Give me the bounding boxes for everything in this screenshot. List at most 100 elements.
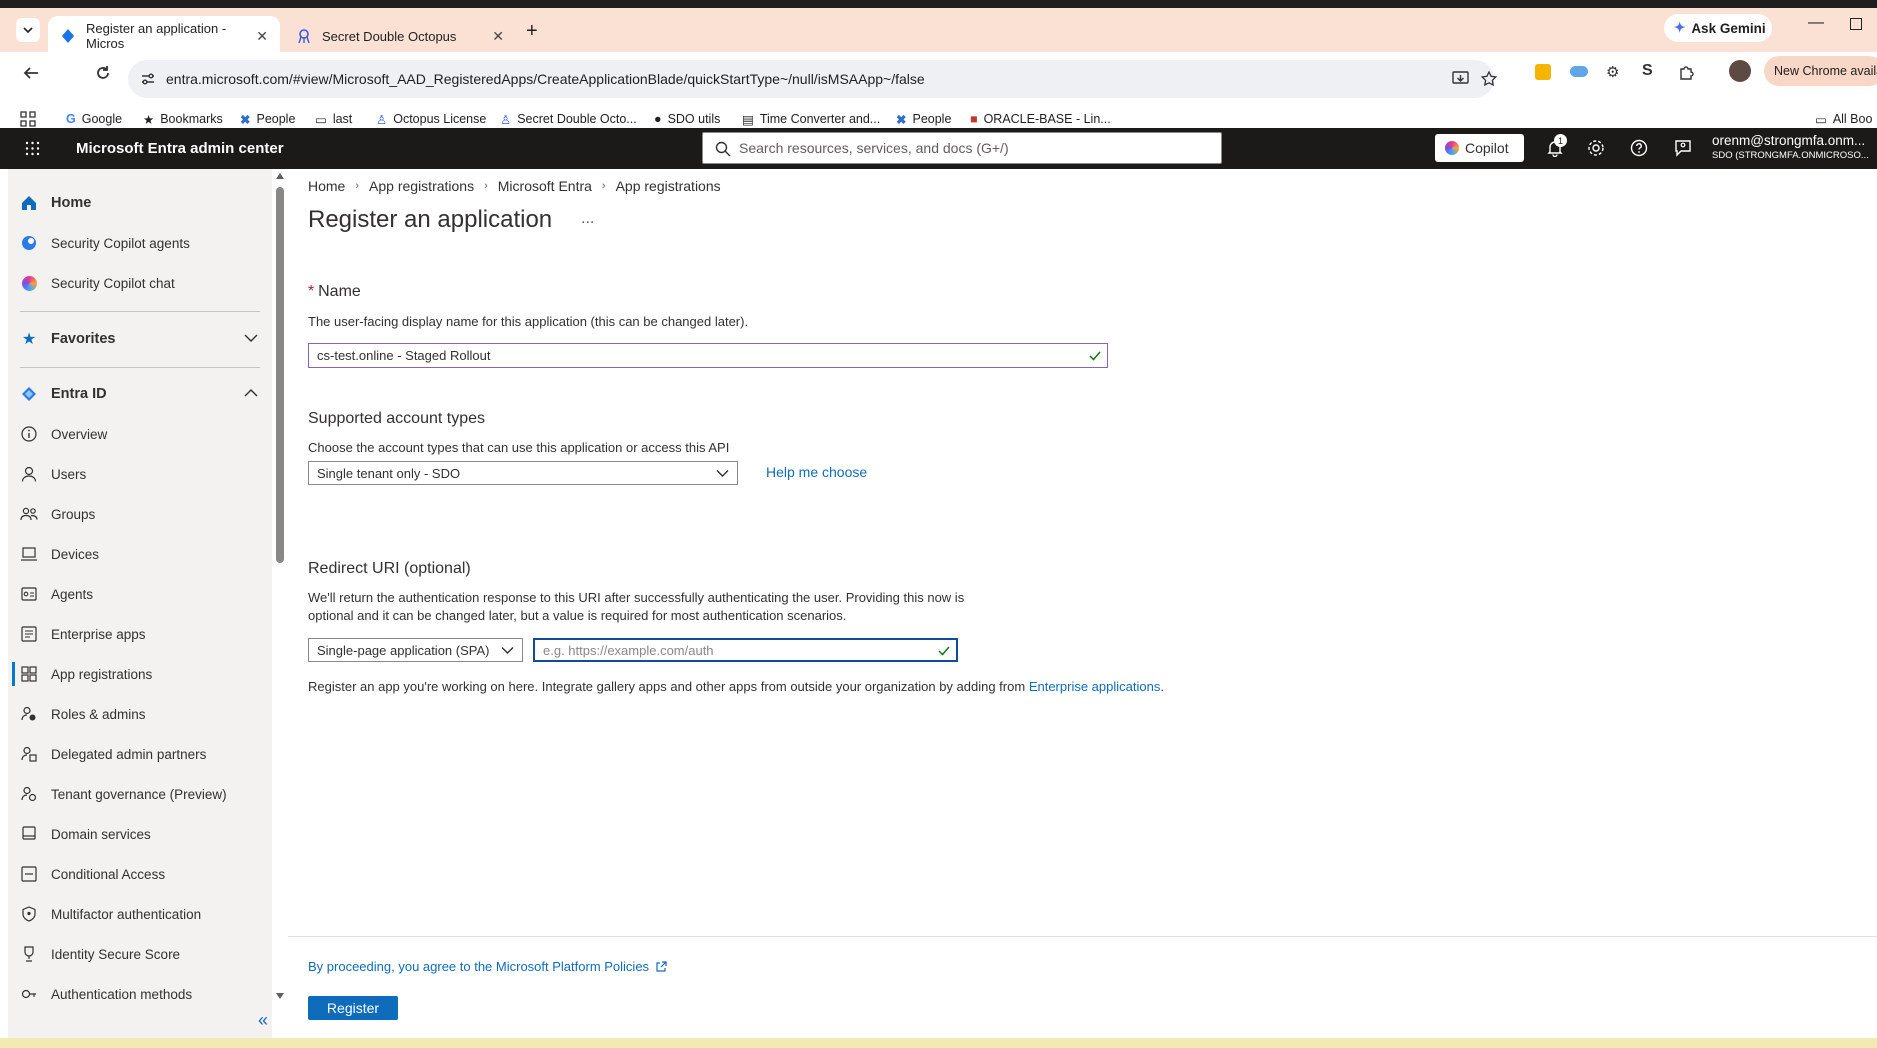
sidebar-item-overview[interactable]: Overview [8, 414, 272, 454]
browser-tab-strip: Register an application - Micros ✕ Secre… [0, 8, 1877, 56]
sidebar-item-conditional-access[interactable]: Conditional Access [8, 854, 272, 894]
tab-secret-double-octopus[interactable]: Secret Double Octopus ✕ [284, 16, 516, 56]
bookmark-label: Secret Double Octo... [517, 112, 637, 126]
sidebar-item-home[interactable]: Home [8, 183, 272, 223]
sidebar-item-authentication-methods[interactable]: Authentication methods [8, 974, 272, 1014]
people-icon: ✖ [240, 112, 251, 127]
feedback-icon[interactable] [1674, 139, 1692, 157]
collapse-sidebar-icon[interactable]: « [258, 1010, 268, 1031]
settings-gear-icon[interactable] [1587, 139, 1605, 157]
chevron-up-icon[interactable] [244, 388, 258, 398]
sidebar-item-enterprise-apps[interactable]: Enterprise apps [8, 614, 272, 654]
back-arrow-icon[interactable] [22, 64, 40, 82]
copilot-icon [1445, 141, 1459, 155]
external-link-icon [656, 960, 667, 972]
sidebar-item-roles-admins[interactable]: Roles & admins [8, 694, 272, 734]
address-bar[interactable]: entra.microsoft.com/#view/Microsoft_AAD_… [128, 60, 1498, 98]
reload-icon[interactable] [94, 64, 112, 82]
extensions-puzzle-icon[interactable] [1678, 63, 1696, 81]
sidebar-scrollbar[interactable] [272, 169, 288, 1009]
install-app-icon[interactable] [1452, 71, 1469, 87]
sidebar-item-agents[interactable]: Agents [8, 574, 272, 614]
account-menu[interactable]: orenm@strongmfa.onm... SDO (STRONGMFA.ON… [1712, 133, 1877, 161]
breadcrumb-microsoft-entra[interactable]: Microsoft Entra [498, 178, 592, 194]
more-options-icon[interactable]: ... [581, 210, 594, 228]
sidebar-item-label: Security Copilot chat [51, 275, 175, 291]
onedrive-extension-icon[interactable] [1570, 66, 1588, 77]
breadcrumb-app-registrations[interactable]: App registrations [369, 178, 474, 194]
tab-register-application[interactable]: Register an application - Micros ✕ [48, 16, 280, 56]
groups-icon [20, 505, 38, 523]
sidebar-item-label: Favorites [51, 331, 116, 347]
redirect-uri-placeholder: e.g. https://example.com/auth [543, 642, 714, 658]
sidebar-section-favorites[interactable]: ★ Favorites [8, 319, 272, 359]
name-input[interactable]: cs-test.online - Staged Rollout [308, 343, 1108, 368]
apps-grid-icon[interactable] [20, 111, 36, 127]
new-chrome-available-button[interactable]: New Chrome availa [1764, 56, 1877, 86]
sidebar-item-identity-secure-score[interactable]: Identity Secure Score [8, 934, 272, 974]
breadcrumb-app-registrations-2[interactable]: App registrations [616, 178, 721, 194]
sidebar-item-devices[interactable]: Devices [8, 534, 272, 574]
scroll-up-arrow-icon[interactable] [276, 173, 284, 179]
help-icon[interactable] [1630, 139, 1648, 157]
sidebar-item-security-copilot-chat[interactable]: Security Copilot chat [8, 263, 272, 303]
chevron-down-icon [501, 647, 514, 654]
new-tab-icon[interactable]: + [526, 20, 538, 43]
restore-icon[interactable] [1850, 18, 1862, 30]
redirect-uri-input[interactable]: e.g. https://example.com/auth [533, 638, 958, 662]
platform-policies-link[interactable]: By proceeding, you agree to the Microsof… [308, 959, 667, 974]
sidebar-item-app-registrations[interactable]: App registrations [8, 654, 272, 694]
tenant-governance-icon [20, 785, 38, 803]
scroll-down-arrow-icon[interactable] [276, 993, 284, 999]
platform-select[interactable]: Single-page application (SPA) [308, 638, 523, 662]
page-title: Register an application [308, 206, 553, 233]
bookmark-label: Octopus License [393, 112, 487, 126]
sidebar-item-label: Home [51, 195, 92, 211]
app-title[interactable]: Microsoft Entra admin center [76, 140, 284, 157]
sidebar-item-groups[interactable]: Groups [8, 494, 272, 534]
bookmark-label: Time Converter and... [759, 112, 881, 126]
breadcrumb-home[interactable]: Home [308, 178, 345, 194]
enterprise-apps-icon [20, 625, 38, 643]
name-description: The user-facing display name for this ap… [308, 314, 749, 329]
sidebar-item-domain-services[interactable]: Domain services [8, 814, 272, 854]
sync-extension-icon[interactable]: S [1642, 62, 1653, 80]
selected-indicator [12, 662, 15, 686]
ask-gemini-button[interactable]: ✦ Ask Gemini [1664, 14, 1772, 42]
sidebar-item-security-copilot-agents[interactable]: Security Copilot agents [8, 223, 272, 263]
global-search-input[interactable]: Search resources, services, and docs (G+… [702, 132, 1222, 164]
sidebar-section-entra-id[interactable]: Entra ID [8, 374, 272, 414]
bookmark-star-icon[interactable] [1480, 70, 1498, 88]
star-icon: ★ [143, 112, 155, 127]
minimize-icon[interactable]: — [1808, 14, 1824, 32]
url-text: entra.microsoft.com/#view/Microsoft_AAD_… [166, 71, 925, 87]
sidebar-item-tenant-governance[interactable]: Tenant governance (Preview) [8, 774, 272, 814]
copilot-label: Copilot [1465, 140, 1509, 156]
help-me-choose-link[interactable]: Help me choose [766, 464, 867, 480]
close-tab-icon[interactable]: ✕ [256, 28, 268, 45]
sidebar-item-label: Agents [51, 586, 94, 602]
chevron-down-icon[interactable] [244, 333, 258, 343]
copilot-button[interactable]: Copilot [1435, 134, 1524, 162]
waffle-menu-icon[interactable] [25, 141, 40, 156]
sidebar-item-label: Identity Secure Score [51, 946, 181, 962]
octopus-favicon-icon [298, 29, 310, 44]
profile-avatar[interactable] [1729, 60, 1751, 82]
scrollbar-thumb[interactable] [276, 187, 284, 563]
sidebar-item-multifactor-authentication[interactable]: Multifactor authentication [8, 894, 272, 934]
enterprise-applications-link[interactable]: Enterprise applications [1029, 679, 1161, 694]
sidebar-item-delegated-admin-partners[interactable]: Delegated admin partners [8, 734, 272, 774]
extension-icon[interactable]: ⚙ [1606, 63, 1619, 81]
sidebar-item-users[interactable]: Users [8, 454, 272, 494]
register-note: Register an app you're working on here. … [308, 679, 1164, 694]
name-input-value: cs-test.online - Staged Rollout [317, 348, 491, 363]
sidebar-item-label: Authentication methods [51, 986, 193, 1002]
sidebar-item-label: Enterprise apps [51, 626, 146, 642]
account-types-select[interactable]: Single tenant only - SDO [308, 461, 738, 485]
checkmark-icon [938, 646, 950, 656]
close-tab-icon[interactable]: ✕ [492, 28, 504, 45]
register-button[interactable]: Register [308, 996, 398, 1020]
tab-search-button[interactable] [16, 18, 40, 42]
extension-keep-icon[interactable] [1535, 64, 1551, 80]
site-settings-icon[interactable] [140, 71, 156, 87]
